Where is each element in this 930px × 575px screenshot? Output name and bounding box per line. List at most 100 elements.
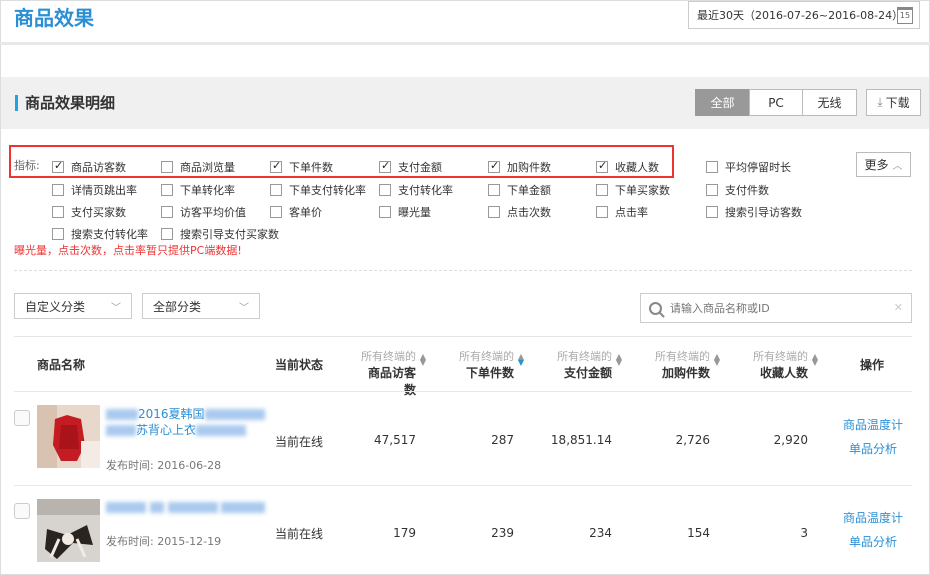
cell-favorites: 2,920 <box>773 433 808 447</box>
date-range-picker[interactable]: 最近30天（2016-07-26~2016-08-24） 15 <box>688 1 920 29</box>
metric-checkbox[interactable]: 访客平均价值 <box>161 204 246 220</box>
custom-category-select[interactable]: 自定义分类 ﹀ <box>14 293 132 319</box>
metric-checkbox[interactable]: 支付件数 <box>706 182 769 198</box>
download-button[interactable]: ⤓ 下载 <box>866 89 921 116</box>
checkbox-empty-icon[interactable] <box>488 184 500 196</box>
cell-orders: 287 <box>491 433 514 447</box>
sort-icon[interactable]: ▲ ▼ <box>420 353 426 367</box>
metric-checkbox[interactable]: 支付转化率 <box>379 182 453 198</box>
metric-checkbox[interactable]: 下单件数 <box>270 159 333 175</box>
metric-label: 搜索支付转化率 <box>71 228 148 241</box>
metric-label: 加购件数 <box>507 161 551 174</box>
metric-checkbox[interactable]: 下单转化率 <box>161 182 235 198</box>
metric-checkbox[interactable]: 点击次数 <box>488 204 551 220</box>
metric-checkbox[interactable]: 商品浏览量 <box>161 159 235 175</box>
metric-label: 支付件数 <box>725 184 769 197</box>
checkbox-empty-icon[interactable] <box>161 228 173 240</box>
checkbox-checked-icon[interactable] <box>379 159 391 173</box>
metric-checkbox[interactable]: 曝光量 <box>379 204 431 220</box>
metric-label: 点击率 <box>615 206 648 219</box>
metric-checkbox[interactable]: 下单金额 <box>488 182 551 198</box>
checkbox-empty-icon[interactable] <box>161 161 173 173</box>
checkbox-empty-icon[interactable] <box>706 184 718 196</box>
row-checkbox[interactable] <box>14 410 30 426</box>
checkbox-empty-icon[interactable] <box>596 184 608 196</box>
product-thumbnail[interactable] <box>37 405 100 468</box>
checkbox-empty-icon[interactable] <box>52 228 64 240</box>
clear-icon[interactable]: ✕ <box>894 301 903 314</box>
row-divider <box>14 391 912 392</box>
date-range-text: 最近30天（2016-07-26~2016-08-24） <box>697 9 904 22</box>
metric-label: 平均停留时长 <box>725 161 791 174</box>
checkbox-empty-icon[interactable] <box>379 206 391 218</box>
metric-checkbox[interactable]: 支付金额 <box>379 159 442 175</box>
metric-checkbox[interactable]: 收藏人数 <box>596 159 659 175</box>
metric-label: 下单买家数 <box>615 184 670 197</box>
metric-checkbox[interactable]: 商品访客数 <box>52 159 126 175</box>
checkbox-empty-icon[interactable] <box>596 206 608 218</box>
product-name[interactable]: 2016夏韩国 苏背心上衣 <box>106 406 265 438</box>
metric-checkbox[interactable]: 详情页跳出率 <box>52 182 137 198</box>
col-visitors-sub: 所有终端的 <box>361 350 416 363</box>
item-analysis-link[interactable]: 单品分析 <box>849 533 897 550</box>
cell-cart: 2,726 <box>675 433 710 447</box>
row-checkbox[interactable] <box>14 503 30 519</box>
tab-pc[interactable]: PC <box>749 89 803 116</box>
metric-label: 客单价 <box>289 206 322 219</box>
chevron-down-icon: ﹀ <box>111 303 121 314</box>
checkbox-empty-icon[interactable] <box>161 206 173 218</box>
more-button[interactable]: 更多 ︿ <box>856 152 911 177</box>
metric-checkbox[interactable]: 下单买家数 <box>596 182 670 198</box>
checkbox-checked-icon[interactable] <box>596 159 608 173</box>
product-name[interactable] <box>106 499 266 515</box>
product-search[interactable]: ✕ <box>640 293 912 323</box>
sort-desc-icon[interactable]: ▲ ▼ <box>518 353 524 367</box>
metric-label: 支付金额 <box>398 161 442 174</box>
metric-checkbox[interactable]: 点击率 <box>596 204 648 220</box>
checkbox-empty-icon[interactable] <box>52 206 64 218</box>
sort-icon[interactable]: ▲ ▼ <box>812 353 818 367</box>
item-analysis-link[interactable]: 单品分析 <box>849 440 897 457</box>
thermometer-link[interactable]: 商品温度计 <box>843 416 903 433</box>
sort-icon[interactable]: ▲ ▼ <box>616 353 622 367</box>
checkbox-checked-icon[interactable] <box>52 159 64 173</box>
col-orders[interactable]: 所有终端的 下单件数 ▲ ▼ <box>456 348 524 381</box>
all-category-select[interactable]: 全部分类 ﹀ <box>142 293 260 319</box>
metric-checkbox[interactable]: 客单价 <box>270 204 322 220</box>
cell-payment: 18,851.14 <box>550 433 612 447</box>
status-text: 当前在线 <box>275 435 324 449</box>
checkbox-empty-icon[interactable] <box>270 184 282 196</box>
col-favorites[interactable]: 所有终端的 收藏人数 ▲ ▼ <box>750 348 818 381</box>
checkbox-empty-icon[interactable] <box>270 206 282 218</box>
search-input[interactable] <box>670 301 870 315</box>
calendar-icon[interactable]: 15 <box>897 7 913 24</box>
metric-checkbox[interactable]: 下单支付转化率 <box>270 182 366 198</box>
product-thumbnail[interactable] <box>37 499 100 562</box>
tab-all[interactable]: 全部 <box>695 89 750 116</box>
checkbox-empty-icon[interactable] <box>379 184 391 196</box>
checkbox-empty-icon[interactable] <box>706 206 718 218</box>
col-payment[interactable]: 所有终端的 支付金额 ▲ ▼ <box>554 348 622 381</box>
metric-label: 支付买家数 <box>71 206 126 219</box>
tab-wireless[interactable]: 无线 <box>802 89 857 116</box>
row-divider <box>14 485 912 486</box>
thermometer-link[interactable]: 商品温度计 <box>843 509 903 526</box>
checkbox-empty-icon[interactable] <box>706 161 718 173</box>
checkbox-checked-icon[interactable] <box>488 159 500 173</box>
metric-checkbox[interactable]: 搜索支付转化率 <box>52 226 148 242</box>
metric-checkbox[interactable]: 加购件数 <box>488 159 551 175</box>
checkbox-empty-icon[interactable] <box>52 184 64 196</box>
metric-checkbox[interactable]: 支付买家数 <box>52 204 126 220</box>
metric-checkbox[interactable]: 搜索引导访客数 <box>706 204 802 220</box>
checkbox-empty-icon[interactable] <box>161 184 173 196</box>
checkbox-empty-icon[interactable] <box>488 206 500 218</box>
publish-time: 发布时间: 2016-06-28 <box>106 459 222 472</box>
checkbox-checked-icon[interactable] <box>270 159 282 173</box>
cell-visitors: 47,517 <box>374 433 416 447</box>
table-top-divider <box>14 336 912 337</box>
metric-checkbox[interactable]: 平均停留时长 <box>706 159 791 175</box>
col-orders-label: 下单件数 <box>465 366 514 380</box>
metric-checkbox[interactable]: 搜索引导支付买家数 <box>161 226 279 242</box>
sort-icon[interactable]: ▲ ▼ <box>714 353 720 367</box>
col-cart[interactable]: 所有终端的 加购件数 ▲ ▼ <box>652 348 720 381</box>
